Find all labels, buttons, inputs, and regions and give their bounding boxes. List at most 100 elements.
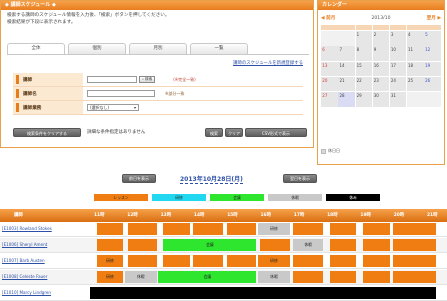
tab-list[interactable]: 一覧 — [190, 43, 248, 54]
calendar-day[interactable]: 5 — [424, 31, 441, 46]
schedule-block[interactable] — [193, 255, 224, 267]
schedule-block[interactable] — [363, 223, 390, 235]
prev-day-button[interactable]: 前日を表示 — [122, 174, 156, 183]
calendar-day[interactable]: 20 — [321, 76, 338, 92]
schedule-block[interactable] — [393, 239, 437, 251]
register-schedule-link[interactable]: 講師のスケジュールを新規登録する — [233, 60, 303, 66]
search-form: 講師 ⌕ 検索 (※完全一致) 講師名 ※部分一致 講師業務 (選択なし) ▾ — [13, 73, 303, 115]
schedule-block[interactable] — [393, 271, 437, 283]
schedule-block[interactable] — [293, 223, 324, 235]
calendar-day[interactable]: 14 — [338, 61, 355, 77]
schedule-block[interactable] — [128, 223, 157, 235]
calendar-day[interactable]: 23 — [372, 76, 390, 92]
schedule-block[interactable] — [163, 223, 190, 235]
schedule-block[interactable] — [329, 223, 357, 235]
schedule-block[interactable] — [363, 255, 390, 267]
calendar-day[interactable]: 30 — [372, 92, 390, 107]
next-month-link[interactable]: 翌月 ▶ — [427, 15, 441, 21]
search-button[interactable]: 検索 — [205, 127, 223, 137]
calendar-day[interactable]: 17 — [389, 61, 407, 77]
calendar-day[interactable]: 11 — [407, 46, 424, 61]
hour-label: 14時 — [193, 213, 205, 218]
schedule-block[interactable] — [193, 223, 224, 235]
teacher-name-input[interactable] — [87, 90, 155, 97]
calendar-day[interactable]: 13 — [321, 61, 338, 77]
schedule-block[interactable] — [90, 287, 437, 299]
calendar-day[interactable]: 19 — [424, 61, 441, 77]
schedule-block[interactable] — [363, 271, 390, 283]
teacher-search-button[interactable]: ⌕ 検索 — [139, 76, 156, 83]
calendar-day[interactable]: 24 — [389, 76, 407, 92]
schedule-block[interactable]: 会議 — [158, 271, 257, 283]
schedule-block[interactable]: 休暇 — [258, 271, 290, 283]
hour-label: 12時 — [127, 213, 138, 218]
teacher-link[interactable]: [E1008] Celeste Fauer — [2, 274, 47, 279]
calendar-day[interactable]: 27 — [321, 92, 338, 107]
schedule-block[interactable] — [163, 255, 190, 267]
next-day-button[interactable]: 翌日を表示 — [283, 174, 317, 183]
schedule-block[interactable] — [128, 255, 157, 267]
teacher-link[interactable]: [E1010] Marcy Lindgren — [2, 290, 51, 295]
schedule-block[interactable] — [329, 271, 357, 283]
prev-month-link[interactable]: ◀ 前月 — [321, 15, 335, 21]
calendar-day[interactable]: 7 — [338, 46, 355, 61]
clear-conditions-button[interactable]: 検索条件をクリアする — [13, 127, 81, 137]
calendar-day[interactable]: 21 — [338, 76, 355, 92]
calendar-day[interactable]: 9 — [372, 46, 390, 61]
schedule-block[interactable]: 研修 — [96, 271, 124, 283]
schedule-block[interactable] — [128, 239, 157, 251]
label-text: 講師名 — [23, 91, 37, 97]
schedule-block[interactable]: 研修 — [96, 255, 124, 267]
schedule-block[interactable] — [293, 271, 324, 283]
clear-button[interactable]: クリア — [225, 127, 243, 137]
schedule-block[interactable] — [363, 239, 390, 251]
schedule-block[interactable] — [293, 255, 324, 267]
csv-button[interactable]: CSV形式で表示 — [245, 127, 307, 137]
schedule-block[interactable] — [259, 239, 290, 251]
teacher-duty-select[interactable]: (選択なし) ▾ — [87, 104, 139, 111]
calendar-day[interactable]: 22 — [355, 76, 373, 92]
calendar-day[interactable]: 2 — [372, 31, 390, 46]
teacher-name-hint: ※部分一致 — [165, 90, 185, 96]
calendar-week: 13 14 15 16 17 18 19 — [321, 61, 441, 77]
calendar-day[interactable]: 28 — [338, 92, 355, 107]
schedule-block[interactable]: 研修 — [258, 255, 290, 267]
schedule-block[interactable] — [329, 255, 357, 267]
hour-label: 19時 — [360, 213, 371, 218]
teacher-link[interactable]: [E1006] Sheryl Ament — [2, 242, 47, 247]
calendar-day[interactable]: 31 — [389, 92, 407, 107]
calendar-day[interactable]: 10 — [389, 46, 407, 61]
calendar-day[interactable]: 3 — [389, 31, 407, 46]
schedule-block[interactable] — [226, 223, 257, 235]
schedule-block[interactable]: 研修 — [258, 223, 290, 235]
schedule-block[interactable] — [393, 223, 437, 235]
teacher-link[interactable]: [E1003] Rowland Stokes — [2, 226, 52, 231]
calendar-day[interactable]: 26 — [424, 76, 441, 92]
calendar-day[interactable]: 18 — [407, 61, 424, 77]
calendar-day[interactable]: 15 — [355, 61, 373, 77]
schedule-block[interactable]: 会議 — [163, 239, 257, 251]
schedule-block[interactable] — [96, 223, 124, 235]
schedule-block[interactable]: 休暇 — [124, 271, 157, 283]
schedule-block[interactable] — [96, 239, 124, 251]
teacher-row: [E1007] Barb Austen 研修 研修 — [0, 254, 447, 269]
calendar-day[interactable]: 8 — [355, 46, 373, 61]
calendar-day[interactable]: 29 — [355, 92, 373, 107]
schedule-block[interactable] — [226, 255, 257, 267]
tab-individual[interactable]: 個別 — [68, 43, 126, 54]
calendar-day[interactable]: 16 — [372, 61, 390, 77]
calendar-day[interactable]: 4 — [407, 31, 424, 46]
tab-all[interactable]: 全体 — [7, 43, 65, 54]
calendar-day[interactable]: 6 — [321, 46, 338, 61]
calendar-day[interactable]: 12 — [424, 46, 441, 61]
calendar-day[interactable]: 1 — [355, 31, 373, 46]
schedule-block[interactable] — [393, 255, 437, 267]
hour-label: 13時 — [160, 213, 172, 218]
calendar-day[interactable]: 25 — [407, 76, 424, 92]
teacher-code-input[interactable] — [87, 76, 137, 83]
tab-monthly[interactable]: 月別 — [129, 43, 187, 54]
schedule-block[interactable] — [329, 239, 357, 251]
teacher-search-button-label: 検索 — [145, 77, 153, 81]
teacher-link[interactable]: [E1007] Barb Austen — [2, 258, 45, 263]
schedule-block[interactable]: 休暇 — [293, 239, 324, 251]
